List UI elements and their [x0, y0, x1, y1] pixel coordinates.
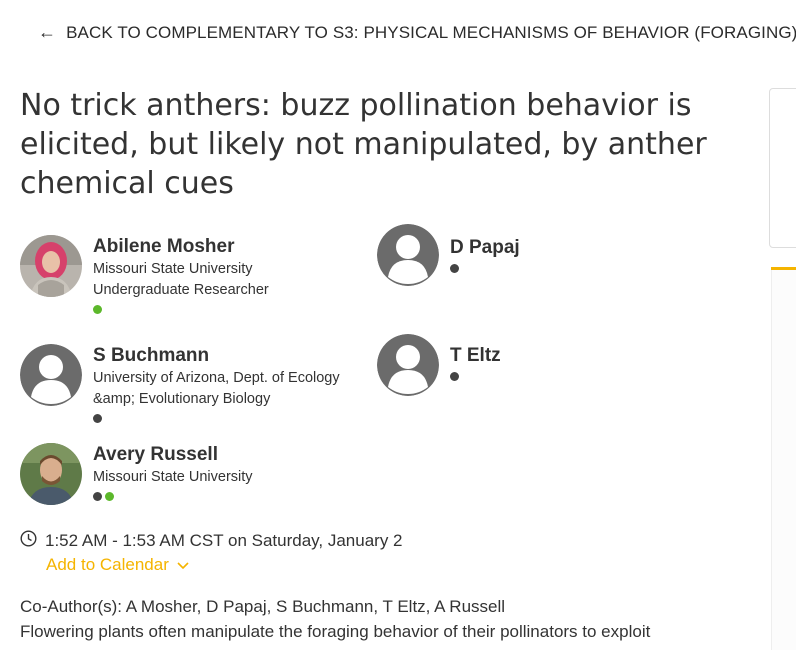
back-link[interactable]: ← BACK TO COMPLEMENTARY TO S3: PHYSICAL M…: [38, 22, 796, 43]
status-dot: [93, 414, 102, 423]
avatar[interactable]: [20, 235, 82, 297]
status-dot: [93, 305, 102, 314]
sidebar-panel: [771, 270, 796, 650]
author-name[interactable]: T Eltz: [450, 344, 720, 368]
back-link-label: BACK TO COMPLEMENTARY TO S3: PHYSICAL ME…: [66, 23, 796, 42]
author-affiliation: Missouri State University: [93, 261, 253, 277]
session-time: 1:52 AM - 1:53 AM CST on Saturday, Janua…: [20, 530, 403, 552]
status-dot: [105, 492, 114, 501]
status-dot: [450, 372, 459, 381]
status-dot: [93, 492, 102, 501]
avatar[interactable]: [377, 334, 439, 396]
add-to-calendar-label: Add to Calendar: [46, 555, 169, 574]
avatar[interactable]: [377, 224, 439, 286]
author-affiliation: University of Arizona, Dept. of Ecology …: [93, 370, 340, 407]
abstract-text: Flowering plants often manipulate the fo…: [20, 622, 651, 641]
author-affiliation: Missouri State University: [93, 469, 253, 485]
arrow-left-icon: ←: [38, 22, 57, 42]
clock-icon: [20, 530, 37, 552]
author-name[interactable]: Avery Russell: [93, 443, 363, 467]
author-name[interactable]: D Papaj: [450, 236, 720, 260]
add-to-calendar-button[interactable]: Add to Calendar: [46, 555, 189, 575]
avatar[interactable]: [20, 443, 82, 505]
author-role: Undergraduate Researcher: [93, 282, 269, 298]
chevron-down-icon: [174, 555, 189, 574]
sidebar-card: [769, 88, 796, 248]
status-dot: [450, 264, 459, 273]
author-name[interactable]: Abilene Mosher: [93, 235, 363, 259]
author-name[interactable]: S Buchmann: [93, 344, 363, 368]
coauthors-text: Co-Author(s): A Mosher, D Papaj, S Buchm…: [20, 597, 506, 616]
page-title: No trick anthers: buzz pollination behav…: [20, 88, 707, 201]
session-time-text: 1:52 AM - 1:53 AM CST on Saturday, Janua…: [45, 531, 403, 550]
avatar[interactable]: [20, 344, 82, 406]
